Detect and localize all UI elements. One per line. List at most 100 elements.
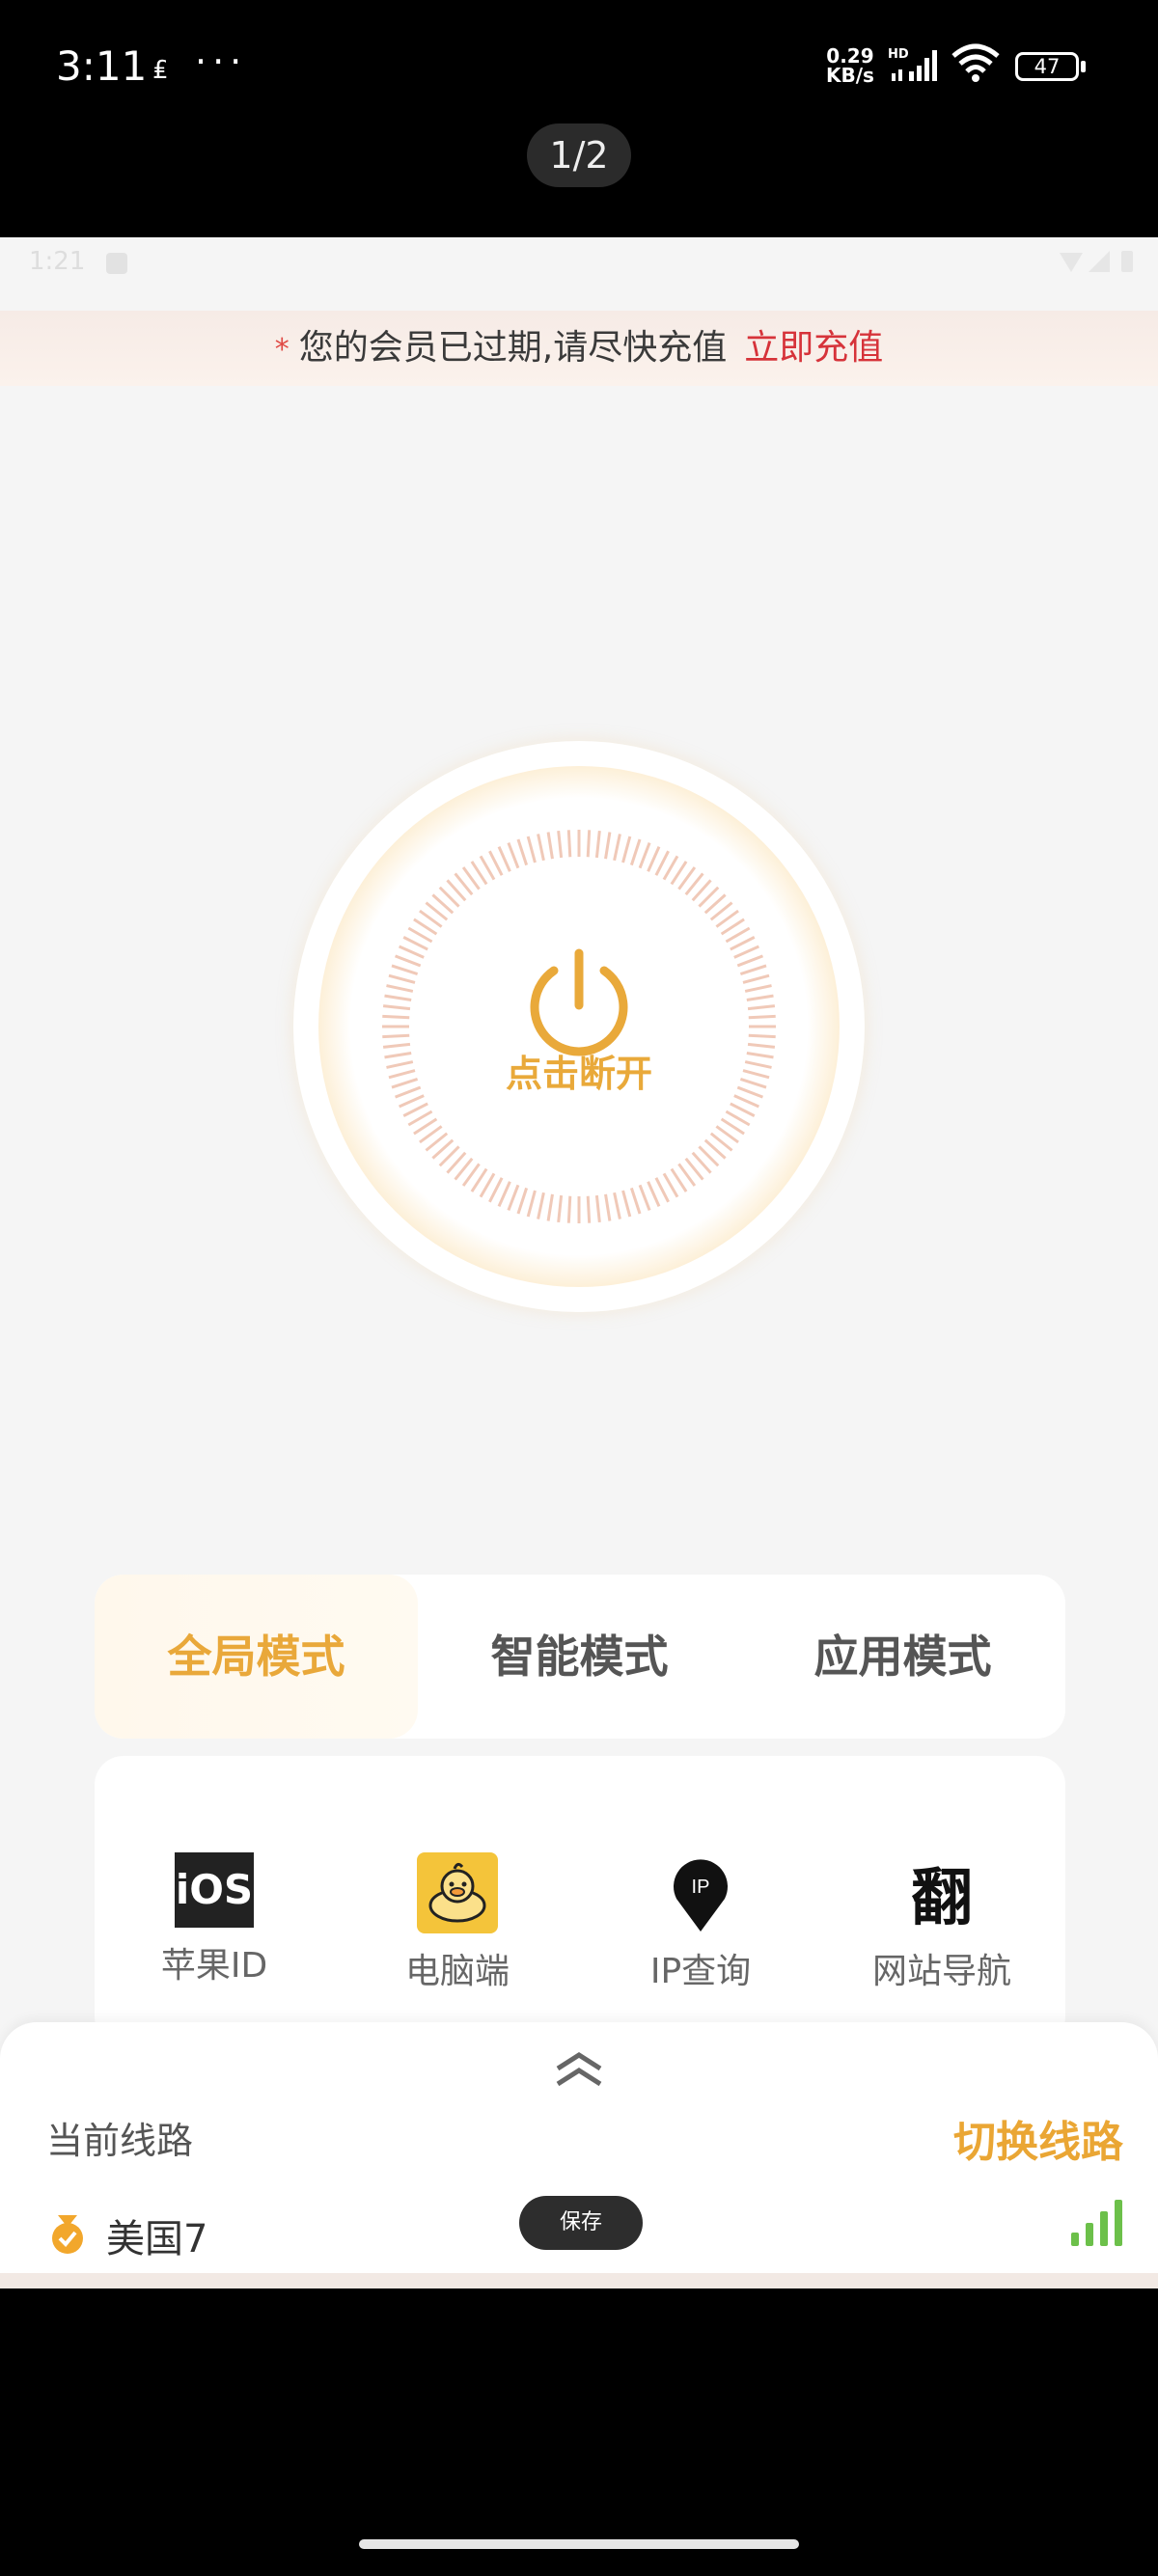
tick-mark (621, 1190, 632, 1218)
tick-mark (382, 1033, 410, 1039)
tick-mark (399, 1094, 425, 1109)
duck-icon (417, 1852, 498, 1933)
network-speed: 0.29 KB/s (826, 46, 874, 85)
membership-expired-banner: * 您的会员已过期,请尽快充值 立即充值 (0, 311, 1158, 386)
home-indicator[interactable] (359, 2539, 799, 2549)
tick-mark (654, 1177, 670, 1203)
tick-mark (629, 1187, 642, 1215)
network-speed-unit: KB/s (826, 64, 874, 87)
tick-mark (647, 846, 661, 872)
tick-mark (733, 1094, 759, 1109)
tool-label: 网站导航 (871, 1952, 1011, 1991)
tick-mark (747, 1004, 776, 1011)
tick-mark (384, 994, 412, 1001)
tick-mark (604, 832, 612, 860)
current-line-label: 当前线路 (46, 2120, 194, 2162)
tick-mark (488, 1177, 504, 1203)
network-speed-value: 0.29 (826, 44, 874, 68)
tick-mark (647, 1181, 661, 1207)
tick-mark (386, 984, 414, 993)
tick-mark (497, 846, 511, 872)
tick-mark (746, 994, 774, 1001)
tick-mark (507, 842, 520, 869)
tab-global-mode[interactable]: 全局模式 (95, 1575, 418, 1739)
tool-label: 电脑端 (404, 1952, 510, 1991)
tick-mark (516, 838, 529, 866)
tool-site-navigation[interactable]: 翻 网站导航 (845, 1852, 1038, 1993)
tick-mark (733, 945, 759, 959)
tools-grid: iOS 苹果ID 电脑端 IP IP查询 翻 网站导航 (95, 1756, 1065, 2045)
tick-mark (594, 1194, 601, 1223)
app-signal-icons (1060, 251, 1133, 272)
tick-mark (382, 1004, 411, 1011)
tick-mark (742, 973, 770, 984)
battery-icon: 47 (1015, 52, 1079, 81)
tick-mark (382, 1014, 410, 1020)
chevron-up-icon[interactable] (552, 2047, 606, 2092)
more-notifications-icon: ··· (195, 41, 248, 83)
app-screenshot: 1:21 * 您的会员已过期,请尽快充值 立即充值 点击断开 全局模式 智能模式 应… (0, 237, 1158, 2288)
app-status-bar: 1:21 (0, 237, 1158, 311)
tick-mark (736, 954, 763, 968)
tick-mark (621, 836, 632, 863)
ip-pin-icon: IP (660, 1852, 741, 1933)
tick-mark (730, 936, 756, 951)
tick-mark (604, 1193, 612, 1221)
tick-mark (557, 1194, 564, 1223)
recharge-now-link[interactable]: 立即充值 (744, 328, 883, 368)
tick-mark (594, 830, 601, 859)
app-clock: 1:21 (29, 247, 86, 276)
tick-mark (638, 842, 651, 869)
tick-mark (526, 1190, 537, 1218)
app-notification-icon (106, 253, 127, 274)
tick-mark (638, 1184, 651, 1211)
page-counter: 1/2 (527, 123, 631, 187)
tick-mark (399, 945, 425, 959)
tick-mark (497, 1181, 511, 1207)
tick-mark (566, 1195, 572, 1223)
tick-mark (586, 830, 592, 858)
tick-mark (537, 1192, 545, 1219)
save-toast: 保存 (519, 2196, 643, 2250)
tick-mark (748, 1033, 776, 1039)
tick-mark (388, 973, 416, 984)
current-node-name[interactable]: 美国7 (106, 2207, 207, 2263)
switch-line-button[interactable]: 切换线路 (953, 2107, 1123, 2169)
device-clock: 3:11 (56, 42, 148, 90)
banner-asterisk: * (274, 333, 290, 367)
node-medal-icon (52, 2215, 83, 2254)
tick-mark (402, 936, 428, 951)
tick-mark (402, 1102, 428, 1117)
tick-mark (526, 836, 537, 863)
tick-mark (739, 964, 767, 976)
signal-strength-icon (1071, 2200, 1122, 2246)
tick-mark (613, 1192, 621, 1219)
banner-message: 您的会员已过期,请尽快充值 (298, 328, 728, 368)
tick-mark (391, 964, 419, 976)
disconnect-label[interactable]: 点击断开 (386, 1044, 772, 1097)
tick-mark (537, 834, 545, 862)
power-icon[interactable] (454, 899, 704, 1150)
tick-mark (586, 1195, 592, 1223)
tick-mark (488, 850, 504, 876)
tick-mark (654, 850, 670, 876)
tick-mark (546, 832, 554, 860)
battery-tip (1081, 61, 1086, 72)
wifi-icon (951, 43, 1000, 82)
tool-apple-id[interactable]: iOS 苹果ID (118, 1852, 311, 1987)
tick-mark (566, 830, 572, 858)
line-bottom-sheet: 当前线路 切换线路 美国7 保存 (0, 2022, 1158, 2288)
tab-app-mode[interactable]: 应用模式 (741, 1575, 1064, 1739)
tool-label: 苹果ID (160, 1946, 268, 1986)
tool-desktop[interactable]: 电脑端 (361, 1852, 554, 1993)
tool-ip-lookup[interactable]: IP IP查询 (604, 1852, 797, 1993)
tool-label: IP查询 (649, 1952, 752, 1991)
tick-mark (613, 834, 621, 862)
device-status-bar: 3:11 ₤ ··· 0.29 KB/s HD 47 (0, 0, 1158, 135)
tick-mark (744, 984, 772, 993)
tab-smart-mode[interactable]: 智能模式 (418, 1575, 741, 1739)
ip-pin-text: IP (692, 1877, 710, 1898)
tick-mark (629, 838, 642, 866)
tick-mark (507, 1184, 520, 1211)
ios-icon: iOS (175, 1852, 254, 1928)
